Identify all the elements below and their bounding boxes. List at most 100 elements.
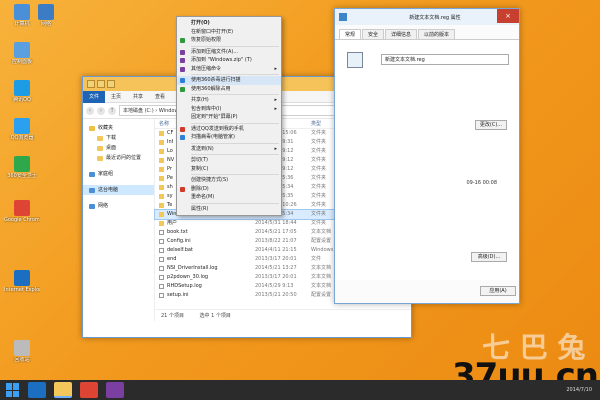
tab-file[interactable]: 文件 [83, 90, 106, 103]
explorer-taskbar-icon[interactable] [54, 382, 72, 398]
tab-share[interactable]: 共享 [127, 91, 149, 103]
nav-item-recent[interactable]: 最近访问的位置 [83, 153, 154, 163]
menu-item-label: 属性(R) [191, 205, 209, 212]
context-menu-item[interactable]: 通过QQ发送到我的手机 [177, 125, 281, 134]
modified-time: 09-16 00:08 [466, 180, 497, 186]
properties-quick-icon[interactable] [97, 80, 105, 88]
tab-details[interactable]: 详细信息 [385, 29, 418, 39]
context-menu: 打开(O) 在新窗口中打开(E) 恢复原始权限 添加到压缩文件(A)... 添加到 "W… [176, 16, 282, 216]
context-menu-item[interactable]: 固定到"开始"屏幕(P) [177, 113, 281, 122]
submenu-arrow-icon: ▸ [274, 145, 277, 152]
control-panel-icon [14, 42, 30, 58]
context-menu-item[interactable]: 使用360杀毒进行扫描 [177, 76, 281, 85]
submenu-arrow-icon: ▸ [274, 97, 277, 103]
context-menu-item[interactable]: 创建快捷方式(S) [177, 176, 281, 185]
recent-folder-icon [97, 155, 103, 161]
menu-item-label: 添加到 "Windows.zip" (T) [191, 57, 252, 63]
app-taskbar-icon[interactable] [106, 382, 124, 398]
change-button[interactable]: 更改(C)... [475, 120, 507, 130]
nav-item-homegroup[interactable]: 家庭组 [83, 169, 154, 179]
context-menu-item[interactable]: 添加到压缩文件(A)... [177, 48, 281, 57]
menu-item-label: 复制(C) [191, 165, 209, 172]
forward-arrow-icon[interactable]: › [97, 106, 105, 115]
tab-previous-versions[interactable]: 以前的版本 [418, 29, 456, 39]
new-folder-quick-icon[interactable] [107, 80, 115, 88]
tab-general[interactable]: 常规 [339, 29, 362, 39]
file-date: 2014/5/31 18:44 [255, 220, 297, 226]
context-menu-item[interactable]: 属性(R) [177, 205, 281, 214]
desktop-icon-qq-browser[interactable]: QQ浏览器 [4, 118, 40, 141]
quick-access-icon[interactable] [87, 80, 95, 88]
folder-icon [159, 167, 164, 172]
windows-start-icon[interactable] [6, 383, 20, 397]
context-menu-item[interactable]: 添加到 "Windows.zip" (T) [177, 56, 281, 65]
menu-item-label: 在新窗口中打开(E) [191, 28, 234, 35]
file-icon [159, 257, 164, 262]
context-menu-item[interactable]: 复制(C) [177, 165, 281, 174]
context-menu-item[interactable]: 其他压缩命令 ▸ [177, 65, 281, 74]
star-icon [89, 125, 95, 131]
nav-item-desktop[interactable]: 桌面 [83, 143, 154, 153]
context-menu-item[interactable]: 剪切(T) [177, 156, 281, 165]
context-menu-item[interactable]: 扫描病毒(电脑管家) [177, 133, 281, 142]
context-menu-item[interactable]: 打开(O) [177, 19, 281, 28]
ie-icon [14, 270, 30, 286]
context-menu-item[interactable]: 重命名(M) [177, 193, 281, 202]
file-name: sy [167, 193, 173, 199]
context-menu-item[interactable]: 共享(H) ▸ [177, 96, 281, 105]
desktop-icon-control-panel[interactable]: 控制面板 [4, 42, 40, 65]
menu-item-icon [180, 86, 185, 92]
context-menu-item[interactable]: 使用360解除占用 [177, 85, 281, 94]
desktop-icon-qq[interactable]: 腾讯QQ [4, 80, 40, 103]
properties-body: 新建文本文档.reg 更改(C)... 09-16 00:08 高级(D)... [335, 40, 519, 280]
folder-icon [159, 131, 164, 136]
back-arrow-icon[interactable]: ‹ [86, 106, 94, 115]
context-menu-item[interactable]: 恢复原始权限 [177, 36, 281, 45]
menu-item-label: 发送到(N) [191, 145, 214, 152]
advanced-button[interactable]: 高级(D)... [471, 252, 507, 262]
nav-item-network[interactable]: 网络 [83, 201, 154, 211]
taskbar-clock[interactable]: 2014/7/10 [566, 387, 592, 393]
status-bar: 21 个项目 选中 1 个项目 [155, 309, 411, 321]
close-icon[interactable]: × [497, 9, 519, 23]
desktop-icon-network[interactable]: 网络 [28, 4, 64, 27]
nav-item-downloads[interactable]: 下载 [83, 133, 154, 143]
submenu-arrow-icon: ▸ [274, 65, 277, 72]
tab-home[interactable]: 主页 [105, 91, 127, 103]
desktop-folder-icon [97, 145, 103, 151]
up-arrow-icon[interactable]: ↑ [108, 106, 116, 115]
network-icon [89, 203, 95, 209]
apply-button[interactable]: 应用(A) [480, 286, 516, 296]
desktop-icon-ie[interactable]: Internet Explorer [4, 270, 40, 293]
ie-taskbar-icon[interactable] [28, 382, 46, 398]
chrome-taskbar-icon[interactable] [80, 382, 98, 398]
properties-tabs: 常规 安全 详细信息 以前的版本 [335, 25, 519, 40]
file-name: Pr [167, 166, 172, 172]
tab-view[interactable]: 查看 [149, 91, 171, 103]
file-name: RHDSetup.log [167, 283, 202, 289]
menu-separator [191, 154, 279, 155]
context-menu-item[interactable]: 发送到(N) ▸ [177, 145, 281, 154]
download-folder-icon [97, 135, 103, 141]
desktop-icon-chrome[interactable]: Google Chrome [4, 200, 40, 223]
properties-titlebar[interactable]: 新建文本文档.reg 属性 × [335, 9, 519, 25]
nav-item-this-pc[interactable]: 这台电脑 [83, 185, 154, 195]
menu-separator [191, 202, 279, 204]
menu-item-icon [180, 58, 185, 63]
context-menu-item[interactable]: 删除(D) [177, 185, 281, 194]
desktop-icon-360[interactable]: 360安全卫士 [4, 156, 40, 179]
context-menu-item[interactable]: 包含到库中(I) ▸ [177, 105, 281, 114]
file-name: NSI_DriverInstall.log [167, 265, 218, 271]
desktop-icon-recycle-bin[interactable]: 回收站 [4, 340, 40, 363]
tab-security[interactable]: 安全 [362, 29, 385, 39]
file-date: 2014/4/11 21:15 [255, 247, 297, 253]
taskbar: 2014/7/10 [0, 380, 600, 400]
context-menu-item[interactable]: 在新窗口中打开(E) [177, 28, 281, 37]
nav-item-favorites[interactable]: 收藏夹 [83, 123, 154, 133]
file-name-field[interactable]: 新建文本文档.reg [381, 54, 509, 65]
homegroup-icon [89, 171, 95, 177]
file-name: delself.bat [167, 247, 193, 253]
menu-item-icon [180, 78, 185, 83]
file-name: book.txt [167, 229, 188, 235]
file-name: 用户 [167, 220, 178, 226]
